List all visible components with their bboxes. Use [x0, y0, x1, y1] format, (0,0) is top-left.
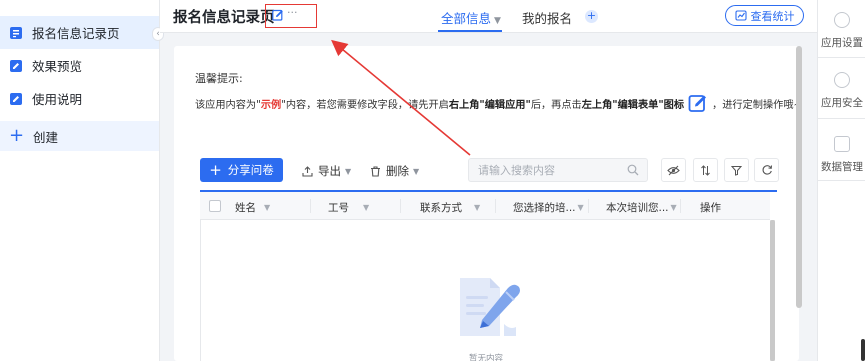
annotation-arrow: [331, 39, 471, 156]
